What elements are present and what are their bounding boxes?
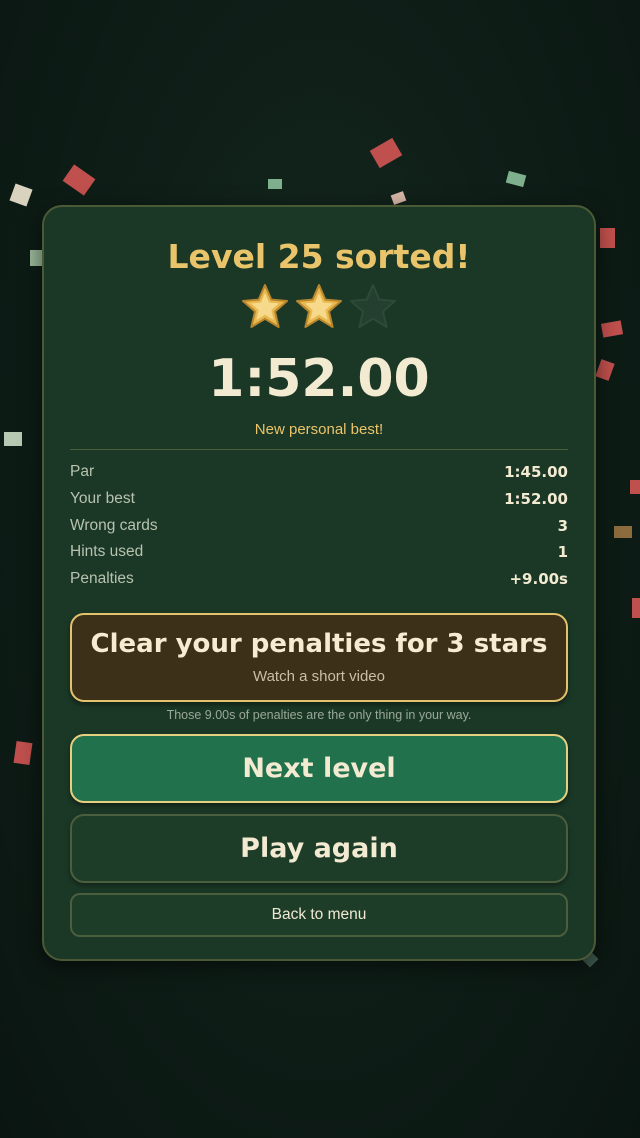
stat-row-hints-used: Hints used 1: [70, 539, 568, 566]
confetti-piece: [595, 359, 615, 381]
play-again-button[interactable]: Play again: [70, 814, 568, 883]
stat-label: Par: [70, 463, 95, 481]
personal-best-note: New personal best!: [254, 421, 384, 438]
stat-row-your-best: Your best 1:52.00: [70, 486, 568, 513]
completion-time: 1:52.00: [208, 349, 430, 409]
stat-row-wrong-cards: Wrong cards 3: [70, 512, 568, 539]
confetti-piece: [13, 740, 33, 766]
confetti-piece: [62, 164, 96, 196]
star-empty-icon: [350, 284, 396, 328]
confetti-piece: [9, 183, 33, 207]
stat-value: +9.00s: [509, 570, 568, 589]
next-level-button[interactable]: Next level: [70, 734, 568, 803]
level-complete-title: Level 25 sorted!: [167, 237, 471, 276]
clear-penalties-button[interactable]: Clear your penalties for 3 stars Watch a…: [70, 613, 568, 702]
confetti-piece: [4, 432, 22, 446]
stat-label: Wrong cards: [70, 516, 158, 534]
stat-row-par: Par 1:45.00: [70, 459, 568, 486]
divider: [70, 449, 568, 450]
confetti-piece: [600, 228, 615, 248]
confetti-piece: [614, 526, 632, 538]
confetti-piece: [369, 137, 403, 169]
stat-row-penalties: Penalties +9.00s: [70, 566, 568, 593]
play-again-label: Play again: [240, 833, 398, 864]
stat-label: Hints used: [70, 543, 144, 561]
confetti-piece: [630, 480, 640, 494]
star-icon: [242, 284, 288, 328]
confetti-piece: [390, 191, 407, 205]
next-level-label: Next level: [242, 753, 396, 784]
stats-table: Par 1:45.00 Your best 1:52.00 Wrong card…: [70, 459, 568, 592]
stat-label: Your best: [70, 490, 135, 508]
confetti-piece: [632, 598, 640, 618]
stat-value: 1:45.00: [504, 463, 568, 482]
stat-value: 1: [557, 543, 568, 562]
confetti-piece: [600, 320, 624, 338]
watch-video-label: Watch a short video: [252, 668, 385, 685]
stat-label: Penalties: [70, 570, 134, 588]
stat-value: 1:52.00: [504, 490, 568, 509]
confetti-piece: [30, 250, 42, 266]
back-to-menu-button[interactable]: Back to menu: [70, 893, 568, 937]
back-to-menu-label: Back to menu: [271, 906, 367, 923]
confetti-piece: [268, 179, 282, 189]
star-icon: [296, 284, 342, 328]
confetti-piece: [505, 170, 527, 188]
stat-value: 3: [557, 516, 568, 535]
star-rating: [44, 281, 594, 333]
clear-penalties-label: Clear your penalties for 3 stars: [90, 629, 548, 659]
result-panel: Level 25 sorted! 1:52.00 New personal be…: [42, 205, 596, 961]
penalty-hint: Those 9.00s of penalties are the only th…: [166, 708, 472, 722]
